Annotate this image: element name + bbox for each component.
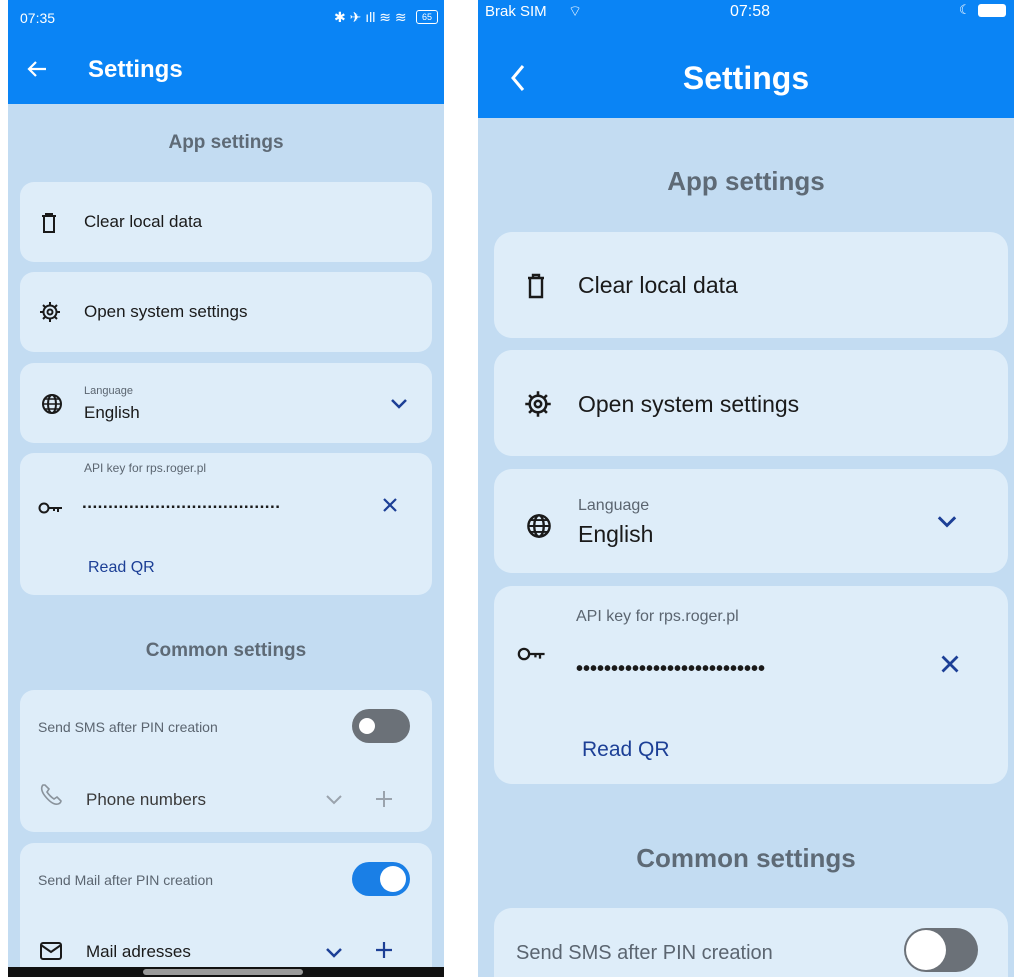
page-title: Settings bbox=[682, 60, 810, 96]
status-bar: 07:35 ✱ ✈ ıll ≋ ≋ 65 bbox=[8, 0, 444, 36]
trash-icon bbox=[526, 273, 546, 299]
mail-toggle[interactable] bbox=[352, 862, 410, 896]
api-key-label: API key for rps.roger.pl bbox=[84, 461, 207, 475]
language-label: Language bbox=[84, 385, 133, 397]
moon-icon: ☾ bbox=[959, 2, 971, 17]
toggle-knob bbox=[359, 718, 375, 734]
app-bar: Settings bbox=[8, 36, 444, 104]
sms-toggle-label: Send SMS after PIN creation bbox=[38, 719, 218, 735]
read-qr-button[interactable]: Read QR bbox=[88, 559, 155, 577]
sms-toggle[interactable] bbox=[904, 928, 978, 972]
common-settings-heading: Common settings bbox=[636, 843, 856, 873]
language-value: English bbox=[84, 403, 140, 422]
mail-toggle-label: Send Mail after PIN creation bbox=[38, 872, 214, 888]
open-system-settings-label: Open system settings bbox=[84, 302, 248, 321]
gear-icon bbox=[524, 390, 552, 418]
language-label: Language bbox=[578, 497, 650, 514]
android-screen: 07:35 ✱ ✈ ıll ≋ ≋ 65 Settings App settin… bbox=[8, 0, 444, 977]
back-arrow-icon[interactable] bbox=[26, 58, 48, 80]
page-title: Settings bbox=[88, 56, 183, 83]
mail-addresses-label: Mail adresses bbox=[86, 942, 191, 961]
mail-settings-card: Send Mail after PIN creation Mail adress… bbox=[20, 843, 432, 977]
open-system-settings-button[interactable]: Open system settings bbox=[494, 350, 1008, 456]
clear-local-data-label: Clear local data bbox=[84, 212, 203, 231]
api-key-input[interactable]: ...................................... bbox=[82, 493, 364, 513]
key-icon bbox=[38, 501, 64, 515]
gear-icon bbox=[39, 301, 61, 323]
chevron-down-icon bbox=[936, 515, 958, 529]
globe-icon bbox=[41, 393, 63, 415]
language-dropdown[interactable]: Language English bbox=[494, 469, 1008, 573]
key-icon bbox=[516, 646, 548, 662]
clear-local-data-button[interactable]: Clear local data bbox=[494, 232, 1008, 338]
api-key-card: API key for rps.roger.pl ...............… bbox=[20, 453, 432, 595]
close-icon[interactable] bbox=[940, 654, 960, 674]
home-indicator[interactable] bbox=[143, 969, 303, 975]
status-bar: Brak SIM ⌔ 07:58 ☾ Settings bbox=[478, 0, 1014, 118]
wifi-icon: ⌔ bbox=[568, 3, 583, 20]
globe-icon bbox=[526, 513, 552, 539]
phone-icon bbox=[38, 782, 64, 808]
common-settings-heading: Common settings bbox=[145, 640, 307, 661]
add-phone-icon[interactable] bbox=[375, 790, 393, 808]
status-time: 07:35 bbox=[20, 10, 56, 26]
status-icons: ✱ ✈ ıll ≋ ≋ bbox=[334, 9, 407, 25]
chevron-down-icon[interactable] bbox=[325, 794, 343, 806]
language-dropdown[interactable]: Language English bbox=[20, 363, 432, 443]
sms-toggle[interactable] bbox=[352, 709, 410, 743]
sms-settings-card: Send SMS after PIN creation Phone number… bbox=[20, 690, 432, 832]
api-key-label: API key for rps.roger.pl bbox=[576, 608, 739, 625]
api-key-input[interactable]: ••••••••••••••••••••••••••• bbox=[576, 658, 920, 681]
sms-toggle-label: Send SMS after PIN creation bbox=[516, 942, 773, 964]
chevron-down-icon bbox=[390, 398, 408, 410]
ios-screen: Brak SIM ⌔ 07:58 ☾ Settings App settings… bbox=[478, 0, 1014, 977]
open-system-settings-button[interactable]: Open system settings bbox=[20, 272, 432, 352]
api-key-card: API key for rps.roger.pl •••••••••••••••… bbox=[494, 586, 1008, 784]
toggle-knob bbox=[906, 930, 946, 970]
carrier-label: Brak SIM bbox=[485, 3, 547, 20]
language-value: English bbox=[578, 521, 654, 547]
sms-settings-card: Send SMS after PIN creation bbox=[494, 908, 1008, 977]
navigation-bar bbox=[8, 967, 444, 977]
read-qr-button[interactable]: Read QR bbox=[582, 738, 670, 762]
toggle-knob bbox=[380, 866, 406, 892]
mail-icon bbox=[40, 942, 62, 960]
status-time: 07:58 bbox=[730, 3, 771, 20]
clear-local-data-label: Clear local data bbox=[578, 272, 738, 298]
app-settings-heading: App settings bbox=[667, 166, 825, 196]
battery-icon bbox=[978, 4, 1006, 17]
app-settings-heading: App settings bbox=[168, 132, 284, 153]
chevron-down-icon[interactable] bbox=[325, 947, 343, 959]
phone-numbers-label: Phone numbers bbox=[86, 790, 207, 809]
close-icon[interactable] bbox=[382, 497, 398, 513]
clear-local-data-button[interactable]: Clear local data bbox=[20, 182, 432, 262]
trash-icon bbox=[40, 212, 58, 234]
battery-icon: 65 bbox=[416, 10, 438, 24]
open-system-settings-label: Open system settings bbox=[578, 391, 800, 417]
add-mail-icon[interactable] bbox=[375, 941, 393, 959]
